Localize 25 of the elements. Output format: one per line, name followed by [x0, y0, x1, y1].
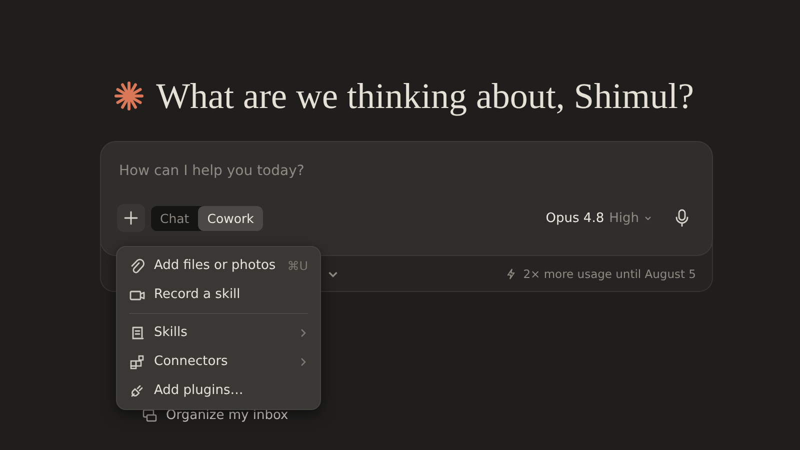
- mode-tab[interactable]: Cowork: [198, 206, 263, 230]
- shortcut-hint: ⌘U: [287, 258, 308, 272]
- asterisk-logo: [114, 81, 144, 111]
- model-selector[interactable]: Opus 4.8 High: [546, 210, 652, 226]
- greeting-heading: What are we thinking about, Shimul?: [156, 75, 694, 117]
- blocks-icon: [129, 354, 145, 370]
- usage-promo: 2× more usage until August 5: [523, 266, 696, 280]
- plus-icon: [124, 211, 138, 225]
- add-button[interactable]: [117, 204, 145, 232]
- mode-tab[interactable]: Chat: [151, 206, 198, 230]
- plug-icon: [129, 382, 145, 398]
- menu-item[interactable]: Connectors: [123, 347, 314, 376]
- menu-item[interactable]: Add plugins…: [123, 376, 314, 405]
- menu-item[interactable]: Record a skill: [123, 280, 314, 309]
- windows-icon: [142, 407, 158, 423]
- chevron-down-icon: [644, 214, 652, 222]
- paperclip-icon: [129, 258, 145, 274]
- message-input-field[interactable]: How can I help you today?: [119, 160, 694, 182]
- chevron-right-icon: [298, 328, 308, 338]
- suggestion-item[interactable]: Organize my inbox: [142, 404, 800, 426]
- menu-item[interactable]: Add files or photos ⌘U: [123, 251, 314, 280]
- microphone-icon[interactable]: [674, 209, 690, 227]
- menu-item[interactable]: Skills: [123, 318, 314, 347]
- chevron-right-icon: [298, 356, 308, 366]
- lightning-icon: [505, 268, 518, 280]
